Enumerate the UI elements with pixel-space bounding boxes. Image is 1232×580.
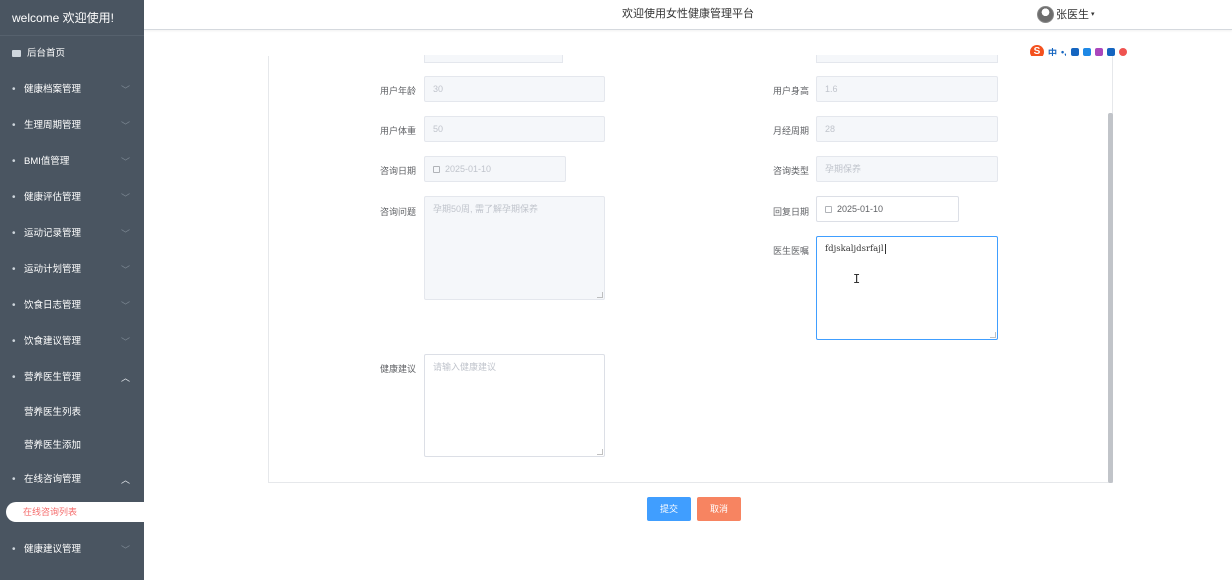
sidebar-item-assessment[interactable]: • 健康评估管理 ﹀ <box>0 180 144 216</box>
doctor-advice-text: fdjskaljdsrfajl <box>825 244 884 254</box>
sidebar-sub-doctor-list[interactable]: 营养医生列表 <box>0 396 144 429</box>
question-textarea: 孕期50周, 需了解孕期保养 <box>424 196 605 300</box>
chevron-down-icon: ﹀ <box>120 301 130 311</box>
reply-date-picker[interactable]: 2025-01-10 <box>816 196 959 222</box>
consult-type-input: 孕期保养 <box>816 156 998 182</box>
health-advice-placeholder: 请输入健康建议 <box>433 362 497 372</box>
consult-date-value: 2025-01-10 <box>445 164 492 174</box>
chevron-down-icon: ﹀ <box>120 85 130 95</box>
settings-icon[interactable] <box>1118 48 1127 56</box>
sidebar-item-label: 健康评估管理 <box>24 192 82 203</box>
cycle-label: 月经周期 <box>772 126 809 136</box>
sidebar-sub-doctor-add[interactable]: 营养医生添加 <box>0 429 144 462</box>
cancel-button[interactable]: 取消 <box>697 497 741 521</box>
sidebar-item-health-advice[interactable]: • 健康建议管理 ﹀ <box>0 532 144 568</box>
chevron-down-icon: ﹀ <box>120 337 130 347</box>
sidebar-brand: welcome 欢迎使用! <box>0 0 144 36</box>
sidebar-item-diet-advice[interactable]: • 饮食建议管理 ﹀ <box>0 324 144 360</box>
sidebar-item-consult[interactable]: • 在线咨询管理 ︿ <box>0 462 144 498</box>
sidebar-sub-consult-list[interactable]: 在线咨询列表 <box>6 502 144 522</box>
grid-icon[interactable] <box>1106 48 1115 56</box>
keyboard-icon[interactable] <box>1082 48 1091 56</box>
bullet-icon: • <box>12 544 16 555</box>
doctor-advice-label: 医生医嘱 <box>772 246 809 256</box>
sidebar-item-nutrition-doctor[interactable]: • 营养医生管理 ︿ <box>0 360 144 396</box>
bullet-icon: • <box>12 372 16 383</box>
avatar <box>1037 5 1054 23</box>
sidebar: welcome 欢迎使用! 后台首页 • 健康档案管理 ﹀ • 生理周期管理 ﹀ • BM… <box>0 0 144 580</box>
sidebar-item-label: 在线咨询管理 <box>24 474 82 485</box>
calendar-icon <box>433 166 440 173</box>
cycle-input: 28 <box>816 116 998 142</box>
resize-handle-icon <box>597 292 603 298</box>
bullet-icon: • <box>12 84 16 95</box>
form-scrollbar[interactable] <box>1108 113 1113 483</box>
sidebar-item-label: 健康档案管理 <box>24 84 82 95</box>
question-label: 咨询问题 <box>379 207 416 217</box>
microphone-icon[interactable] <box>1070 48 1079 56</box>
skin-icon[interactable] <box>1094 48 1103 56</box>
sidebar-item-label: BMI值管理 <box>24 156 70 167</box>
doctor-advice-textarea[interactable]: fdjskaljdsrfajl <box>816 236 998 340</box>
text-cursor <box>884 244 886 254</box>
chevron-up-icon: ︿ <box>120 373 130 383</box>
bullet-icon: • <box>12 264 16 275</box>
bullet-icon: • <box>12 156 16 167</box>
reply-date-label: 回复日期 <box>772 207 809 217</box>
ibeam-cursor-icon: I <box>853 272 861 286</box>
health-advice-label: 健康建议 <box>379 364 416 374</box>
scrolled-field-right <box>816 55 998 63</box>
health-advice-textarea[interactable]: 请输入健康建议 <box>424 354 605 457</box>
bullet-icon: • <box>12 336 16 347</box>
height-label: 用户身高 <box>772 86 809 96</box>
bullet-icon: • <box>12 192 16 203</box>
bullet-icon: • <box>12 300 16 311</box>
calendar-icon <box>825 206 832 213</box>
bullet-icon: • <box>12 228 16 239</box>
sidebar-item-diet-log[interactable]: • 饮食日志管理 ﹀ <box>0 288 144 324</box>
sidebar-item-label: 运动计划管理 <box>24 264 82 275</box>
height-input: 1.6 <box>816 76 998 102</box>
chevron-down-icon: ﹀ <box>120 545 130 555</box>
chevron-up-icon: ︿ <box>120 475 130 485</box>
sidebar-item-label: 饮食日志管理 <box>24 300 82 311</box>
caret-down-icon: ▾ <box>1091 11 1095 18</box>
consult-date-label: 咨询日期 <box>379 166 416 176</box>
chevron-down-icon: ﹀ <box>120 265 130 275</box>
sidebar-item-label: 后台首页 <box>27 48 66 59</box>
bullet-icon: • <box>12 120 16 131</box>
consult-date-input: 2025-01-10 <box>424 156 566 182</box>
sidebar-item-home[interactable]: 后台首页 <box>0 36 144 72</box>
sidebar-item-label: 健康建议管理 <box>24 544 82 555</box>
monitor-icon <box>12 50 21 57</box>
resize-handle-icon[interactable] <box>597 449 603 455</box>
sidebar-item-exercise-records[interactable]: • 运动记录管理 ﹀ <box>0 216 144 252</box>
consult-type-label: 咨询类型 <box>772 166 809 176</box>
sidebar-item-label: 营养医生管理 <box>24 372 82 383</box>
question-text: 孕期50周, 需了解孕期保养 <box>433 204 539 214</box>
sidebar-item-label: 饮食建议管理 <box>24 336 82 347</box>
chevron-down-icon: ﹀ <box>120 193 130 203</box>
chevron-down-icon: ﹀ <box>120 229 130 239</box>
bullet-icon: • <box>12 474 16 485</box>
user-name: 张医生 <box>1056 9 1089 21</box>
sidebar-item-exercise-plan[interactable]: • 运动计划管理 ﹀ <box>0 252 144 288</box>
weight-label: 用户体重 <box>379 126 416 136</box>
sidebar-item-label: 运动记录管理 <box>24 228 82 239</box>
scrolled-field-left <box>424 55 563 63</box>
weight-input: 50 <box>424 116 605 142</box>
sidebar-item-cycle[interactable]: • 生理周期管理 ﹀ <box>0 108 144 144</box>
age-input: 30 <box>424 76 605 102</box>
user-menu[interactable]: 张医生 ▾ <box>1037 5 1095 23</box>
top-header: 欢迎使用女性健康管理平台 张医生 ▾ <box>144 0 1232 30</box>
chevron-down-icon: ﹀ <box>120 157 130 167</box>
resize-handle-icon[interactable] <box>990 332 996 338</box>
sidebar-item-health-records[interactable]: • 健康档案管理 ﹀ <box>0 72 144 108</box>
sidebar-item-label: 生理周期管理 <box>24 120 82 131</box>
sidebar-item-bmi[interactable]: • BMI值管理 ﹀ <box>0 144 144 180</box>
submit-button[interactable]: 提交 <box>647 497 691 521</box>
age-label: 用户年龄 <box>379 86 416 96</box>
chevron-down-icon: ﹀ <box>120 121 130 131</box>
reply-date-value: 2025-01-10 <box>837 204 884 214</box>
